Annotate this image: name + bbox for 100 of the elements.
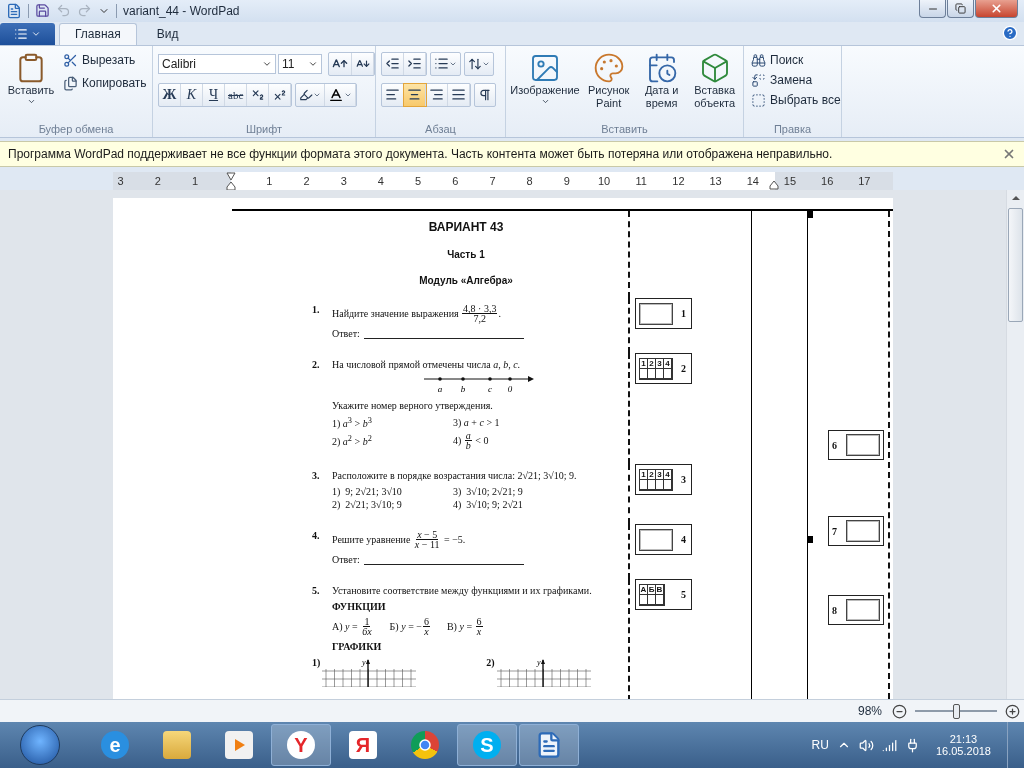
graph-label: 2) [486,657,495,671]
superscript-icon [272,87,287,102]
task-text: 2) a$^{2}$ > b$^{2}$ [332,434,372,448]
text-color-icon [328,86,345,103]
task-text: Решите уравнение [332,534,412,546]
select-all-icon [751,92,766,108]
task-text: 4) [453,435,463,447]
ruler-number: 4 [377,174,384,189]
task-text: 2) 2√21; 3√10; 9 [332,499,402,511]
zoom-in-icon[interactable] [1005,703,1020,719]
align-icon [429,87,444,103]
ruler-number: 15 [783,174,797,189]
list-button[interactable] [430,51,461,76]
task-number: 8 [832,604,837,616]
play-icon [225,731,253,759]
answer-field [846,599,880,622]
zoom-out-icon[interactable] [892,703,907,719]
task-text: Укажите номер верного утверждения. [332,400,493,412]
answer-cell: 1 [640,358,648,369]
ruler-number: 3 [340,174,347,189]
paragraph-button[interactable] [474,82,496,107]
insert-button[interactable]: Рисунок Paint [582,51,635,124]
ruler-number: 11 [635,174,647,189]
fraction-denominator: 6x [361,627,373,637]
align-icon [407,87,422,103]
line-spacing-button[interactable] [464,51,494,76]
task-text: А) y = [332,621,359,633]
task-text: 1) 9; 2√21; 3√10 [332,486,402,498]
answer-cell: Б [648,584,656,595]
font-name-field[interactable]: Calibri [158,53,276,74]
save-icon[interactable] [35,3,50,19]
ruler-number: 8 [526,174,533,189]
edit-button[interactable]: Выбрать все [749,91,843,109]
insert-button[interactable]: Вставка объекта [688,51,741,124]
insert-button[interactable]: Дата и время [635,51,688,124]
answer-cell: 1 [640,469,648,480]
restore-icon [955,3,966,14]
format-button[interactable]: Ж [159,83,181,106]
browser-logo: Y [287,731,315,759]
answer-field [846,434,880,457]
task-text: Расположите в порядке возрастания числа: 2√21; 3√10; 9. [332,470,577,482]
minimize-button[interactable] [919,0,946,18]
indent-marker[interactable] [226,172,236,191]
task-number: 1. [312,304,321,316]
align-button[interactable] [404,83,426,106]
copy-button[interactable]: Копировать [61,74,149,92]
highlighter-icon [299,87,314,102]
align-icon [451,87,466,103]
task-text: 1) a$^{3}$ > b$^{3}$ [332,416,372,430]
taskbar-app[interactable]: Y [271,724,331,766]
scroll-thumb[interactable] [1008,208,1023,323]
ruler-number: 16 [821,174,834,189]
group-label: Шрифт [245,123,283,136]
section-heading: ФУНКЦИИ [332,601,387,613]
search-logo: Я [349,731,377,759]
language-indicator[interactable]: RU [811,738,829,752]
align-icon [385,87,400,103]
ruler-number: 3 [117,174,124,189]
cut-button[interactable]: Вырезать [61,51,149,69]
app-icon [6,2,22,19]
fraction-numerator: 1 [363,617,371,628]
browser-logo [411,731,439,759]
answer-cell: 2 [648,469,656,480]
fraction-denominator: x [475,627,483,637]
task-number: 5 [681,589,686,601]
ruler-number: 10 [597,174,611,189]
volume-icon[interactable] [858,737,874,753]
format-button[interactable]: abc [225,83,248,106]
close-button[interactable] [975,0,1018,18]
insert-button[interactable]: Изображение [508,51,582,124]
help-icon[interactable] [1002,25,1018,42]
task-number: 4. [312,530,321,542]
taskbar-app[interactable]: Я [333,724,393,766]
task-text: = −5. [443,534,466,546]
axis-label: b [460,384,466,395]
format-button[interactable]: Ч [203,83,225,106]
format-button[interactable]: К [181,83,203,106]
axis-label: 0 [507,384,513,395]
signal-icon[interactable] [881,737,897,753]
taskbar-app[interactable] [519,724,579,766]
answer-cell: 3 [656,358,664,369]
zoom-thumb[interactable] [953,703,960,719]
edit-button[interactable]: Замена [749,71,843,89]
answer-label: Ответ: [332,328,360,340]
app-menu-button[interactable] [0,22,55,45]
start-button[interactable] [20,725,60,765]
answer-field [639,528,673,551]
part-title: Часть 1 [447,249,485,261]
list-icon [434,56,449,72]
ruler-number: 14 [746,174,759,189]
restore-button[interactable] [947,0,974,18]
font-size-field[interactable]: 11 [278,53,322,74]
ribbon-tab[interactable]: Вид [140,22,195,45]
paste-button[interactable]: Вставить [5,51,57,124]
scrollbar[interactable] [1006,190,1024,700]
clock[interactable]: 21:13 16.05.2018 [935,733,991,757]
indent-marker[interactable] [769,180,779,191]
answer-label: Ответ: [332,554,360,566]
edit-button[interactable]: Поиск [749,51,843,69]
ribbon-tab[interactable]: Главная [59,22,137,45]
